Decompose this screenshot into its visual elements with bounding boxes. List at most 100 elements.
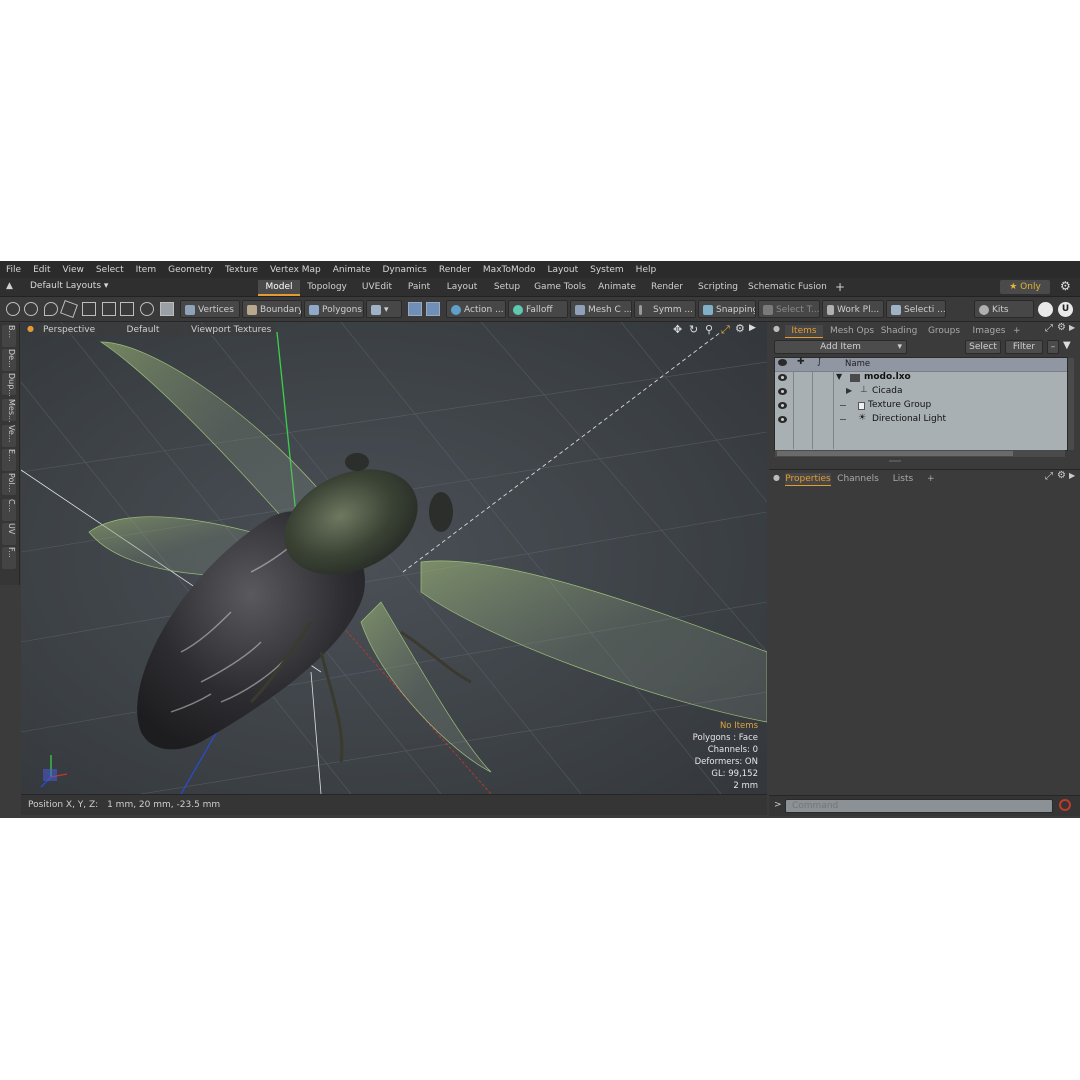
left-tab-basic[interactable]: B...	[2, 325, 16, 347]
tab-channels[interactable]: Channels	[837, 473, 879, 485]
selection-sets-button[interactable]: Selecti ...	[886, 300, 946, 318]
square-select-icon[interactable]	[120, 302, 134, 316]
menu-select[interactable]: Select	[90, 265, 130, 275]
tab-shading[interactable]: Shading	[879, 325, 919, 337]
panel-menu-icon[interactable]: ●	[773, 473, 780, 482]
menu-edit[interactable]: Edit	[27, 265, 56, 275]
tab-groups[interactable]: Groups	[925, 325, 963, 337]
tab-scripting[interactable]: Scripting	[694, 280, 742, 294]
shield-icon[interactable]	[408, 302, 422, 316]
default-layouts-dropdown[interactable]: Default Layouts ▾	[30, 281, 108, 291]
visibility-eye-icon[interactable]	[778, 402, 787, 409]
tree-row-scene[interactable]: ▼ modo.lxo	[774, 371, 1066, 385]
add-panel-tab-button[interactable]: +	[927, 473, 937, 485]
menu-file[interactable]: File	[0, 265, 27, 275]
left-tab-vertex[interactable]: Ve...	[2, 425, 16, 447]
half-circle-icon[interactable]	[140, 302, 154, 316]
tab-images[interactable]: Images	[969, 325, 1009, 337]
tab-uvedit[interactable]: UVEdit	[356, 280, 398, 294]
tab-paint[interactable]: Paint	[402, 280, 436, 294]
command-input[interactable]	[785, 799, 1053, 813]
pan-icon[interactable]: ✥	[673, 323, 682, 336]
tab-game-tools[interactable]: Game Tools	[532, 280, 588, 294]
horizontal-scrollbar[interactable]	[775, 450, 1065, 457]
panel-resize-grip[interactable]	[889, 460, 901, 462]
tab-render[interactable]: Render	[646, 280, 688, 294]
tree-row-directional-light[interactable]: ☀ Directional Light	[774, 413, 1066, 427]
menu-item[interactable]: Item	[130, 265, 163, 275]
polygons-button[interactable]: Polygons	[304, 300, 364, 318]
type-column-icon[interactable]: ∫	[817, 357, 822, 367]
tab-items[interactable]: Items	[785, 325, 823, 338]
viewport-gear-icon[interactable]: ⚙	[735, 322, 745, 335]
collapse-button[interactable]: –	[1047, 340, 1059, 354]
unreal-icon[interactable]: U	[1058, 302, 1073, 317]
tree-row-cicada[interactable]: ▶ ⊥ Cicada	[774, 385, 1066, 399]
visibility-eye-icon[interactable]	[778, 374, 787, 381]
expand-arrow-icon[interactable]: ▶	[749, 323, 756, 333]
action-center-button[interactable]: Action ...	[446, 300, 506, 318]
menu-geometry[interactable]: Geometry	[162, 265, 219, 275]
menu-vertex-map[interactable]: Vertex Map	[264, 265, 327, 275]
tab-model[interactable]: Model	[258, 280, 300, 296]
only-toggle[interactable]: ★ Only	[1000, 280, 1050, 294]
panel-expand-icon[interactable]: ⤢	[1045, 323, 1053, 334]
menu-system[interactable]: System	[584, 265, 630, 275]
menu-render[interactable]: Render	[433, 265, 477, 275]
name-column-header[interactable]: Name	[845, 359, 870, 369]
tab-layout[interactable]: Layout	[441, 280, 483, 294]
vertical-scrollbar[interactable]	[1068, 358, 1074, 450]
mesh-constraint-button[interactable]: Mesh C ...	[570, 300, 632, 318]
snapping-button[interactable]: Snapping	[698, 300, 756, 318]
viewport-textures-dropdown[interactable]: Viewport Textures	[187, 324, 275, 336]
viewport-scene[interactable]	[21, 322, 767, 794]
paint-select-icon[interactable]	[60, 300, 78, 318]
projection-dropdown[interactable]: Perspective	[39, 324, 99, 336]
work-plane-button[interactable]: Work Pl...	[822, 300, 884, 318]
tab-schematic-fusion[interactable]: Schematic Fusion	[748, 280, 827, 294]
visibility-column-icon[interactable]	[778, 359, 787, 366]
panel-gear-icon[interactable]: ⚙	[1057, 470, 1066, 481]
filter-funnel-icon[interactable]: ▼	[1063, 340, 1071, 351]
menu-dynamics[interactable]: Dynamics	[376, 265, 432, 275]
tab-animate[interactable]: Animate	[594, 280, 640, 294]
left-tab-curve[interactable]: C...	[2, 499, 16, 521]
panel-gear-icon[interactable]: ⚙	[1057, 322, 1066, 333]
stack-icon[interactable]	[82, 302, 96, 316]
menu-view[interactable]: View	[57, 265, 90, 275]
expand-triangle-icon[interactable]: ▼	[836, 372, 842, 381]
layouts-icon[interactable]: ▲	[6, 281, 13, 291]
kits-button[interactable]: Kits	[974, 300, 1034, 318]
add-tab-button[interactable]: +	[832, 280, 848, 294]
menu-animate[interactable]: Animate	[327, 265, 377, 275]
menu-maxtomodo[interactable]: MaxToModo	[477, 265, 542, 275]
item-mode-icon[interactable]	[160, 302, 174, 316]
shading-style-dropdown[interactable]: Default	[103, 324, 183, 336]
left-tab-uv[interactable]: UV	[2, 523, 16, 545]
tab-lists[interactable]: Lists	[885, 473, 921, 485]
tab-setup[interactable]: Setup	[488, 280, 526, 294]
left-tab-mesh-edit[interactable]: Mes...	[2, 399, 16, 423]
menu-texture[interactable]: Texture	[219, 265, 264, 275]
material-dropdown[interactable]: ▾	[366, 300, 402, 318]
command-history-icon[interactable]	[1059, 799, 1071, 811]
boundary-button[interactable]: Boundary	[242, 300, 302, 318]
3d-viewport[interactable]	[21, 322, 767, 794]
tree-row-texture-group[interactable]: Texture Group	[774, 399, 1066, 413]
lasso-icon[interactable]	[44, 302, 58, 316]
left-tab-polygon[interactable]: Pol...	[2, 473, 16, 495]
menu-help[interactable]: Help	[630, 265, 663, 275]
expand-triangle-icon[interactable]: ▶	[846, 386, 852, 395]
left-tab-fusion[interactable]: F...	[2, 547, 16, 569]
viewport-menu-icon[interactable]: ●	[27, 324, 34, 333]
select-through-button[interactable]: Select T...	[758, 300, 820, 318]
select-button[interactable]: Select	[965, 340, 1001, 354]
lock-column-icon[interactable]: ✚	[797, 357, 805, 367]
visibility-eye-icon[interactable]	[778, 388, 787, 395]
globe-icon[interactable]	[24, 302, 38, 316]
zoom-icon[interactable]: ⚲	[705, 323, 713, 336]
rotate-icon[interactable]: ↻	[689, 323, 698, 336]
symmetry-button[interactable]: Symm ...	[634, 300, 696, 318]
shield-alt-icon[interactable]	[426, 302, 440, 316]
tab-properties[interactable]: Properties	[785, 473, 831, 486]
